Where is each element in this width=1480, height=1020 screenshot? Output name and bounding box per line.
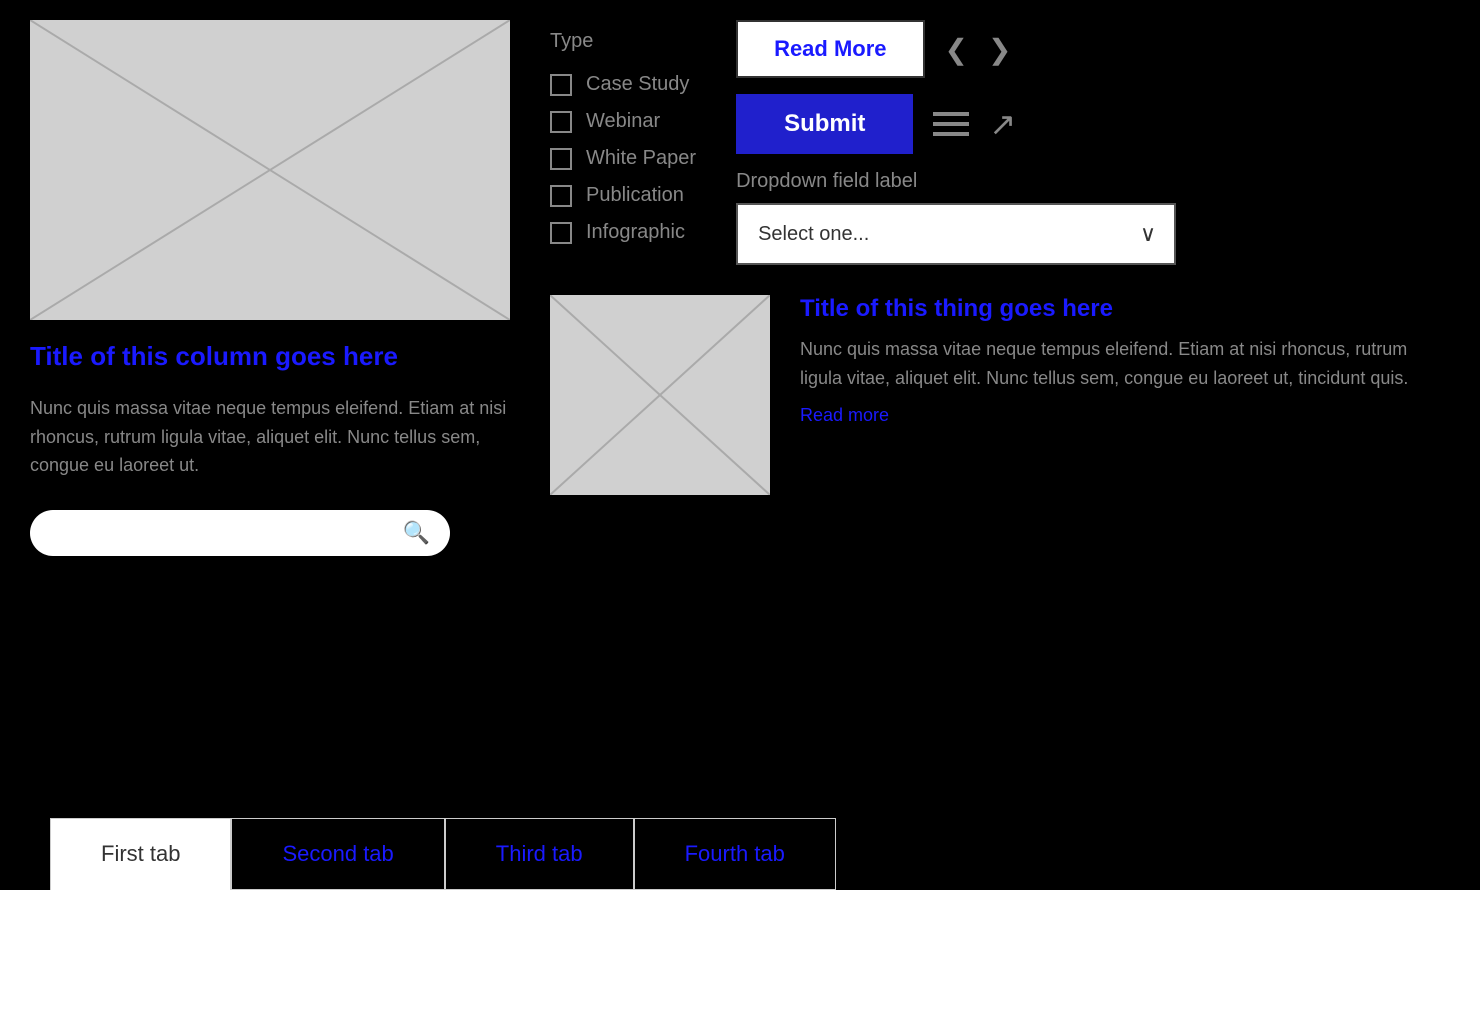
search-icon[interactable]: 🔍 xyxy=(403,520,430,546)
main-layout: Title of this column goes here Nunc quis… xyxy=(0,0,1480,576)
type-label: Type xyxy=(550,30,696,53)
dropdown-label: Dropdown field label xyxy=(736,170,1176,193)
card-content: Title of this thing goes here Nunc quis … xyxy=(800,295,1450,426)
checkbox-publication[interactable]: Publication xyxy=(550,184,696,207)
card-read-more-link[interactable]: Read more xyxy=(800,405,1450,426)
next-arrow-button[interactable]: ❯ xyxy=(988,33,1011,66)
search-input[interactable] xyxy=(50,523,403,544)
column-title: Title of this column goes here xyxy=(30,340,510,374)
checkbox-publication-input[interactable] xyxy=(550,185,572,207)
checkbox-infographic-input[interactable] xyxy=(550,222,572,244)
dropdown-select[interactable]: Select one... Option 1 Option 2 Option 3 xyxy=(736,203,1176,265)
checkbox-publication-label: Publication xyxy=(586,184,684,207)
dropdown-wrapper: Select one... Option 1 Option 2 Option 3 xyxy=(736,203,1176,265)
submit-row: Submit ↗︎ xyxy=(736,94,1016,154)
card-section: Title of this thing goes here Nunc quis … xyxy=(550,295,1450,495)
left-placeholder-image xyxy=(30,20,510,320)
tab-fourth[interactable]: Fourth tab xyxy=(634,818,836,890)
tab-second-label: Second tab xyxy=(282,841,393,866)
tab-third[interactable]: Third tab xyxy=(445,818,634,890)
tab-first[interactable]: First tab xyxy=(50,818,231,890)
tab-fourth-label: Fourth tab xyxy=(685,841,785,866)
submit-button[interactable]: Submit xyxy=(736,94,913,154)
checkbox-infographic[interactable]: Infographic xyxy=(550,221,696,244)
checkbox-webinar-input[interactable] xyxy=(550,111,572,133)
checkbox-case-study-label: Case Study xyxy=(586,73,689,96)
tab-content-area xyxy=(0,890,1480,1020)
tabs-bar: First tab Second tab Third tab Fourth ta… xyxy=(0,818,1480,890)
card-body: Nunc quis massa vitae neque tempus eleif… xyxy=(800,335,1450,393)
prev-arrow-button[interactable]: ❮ xyxy=(945,33,968,66)
tab-second[interactable]: Second tab xyxy=(231,818,444,890)
buttons-area: Read More ❮ ❯ Submit ↗︎ xyxy=(736,20,1176,265)
tabs-section: First tab Second tab Third tab Fourth ta… xyxy=(0,818,1480,1020)
checkbox-webinar-label: Webinar xyxy=(586,110,660,133)
checkbox-webinar[interactable]: Webinar xyxy=(550,110,696,133)
checkbox-infographic-label: Infographic xyxy=(586,221,685,244)
tab-third-label: Third tab xyxy=(496,841,583,866)
tab-first-label: First tab xyxy=(101,841,180,866)
checkbox-case-study[interactable]: Case Study xyxy=(550,73,696,96)
external-link-icon[interactable]: ↗︎ xyxy=(989,105,1016,143)
hamburger-icon[interactable] xyxy=(933,112,969,136)
checkbox-white-paper[interactable]: White Paper xyxy=(550,147,696,170)
nav-arrows: ❮ ❯ xyxy=(945,33,1012,66)
top-buttons-row: Read More ❮ ❯ xyxy=(736,20,1011,78)
card-title: Title of this thing goes here xyxy=(800,295,1450,323)
checkbox-case-study-input[interactable] xyxy=(550,74,572,96)
search-bar: 🔍 xyxy=(30,510,450,556)
right-column: Type Case Study Webinar White Paper Publ… xyxy=(550,20,1450,556)
checkbox-group: Type Case Study Webinar White Paper Publ… xyxy=(550,20,696,244)
read-more-button[interactable]: Read More xyxy=(736,20,924,78)
dropdown-section: Dropdown field label Select one... Optio… xyxy=(736,170,1176,265)
left-column: Title of this column goes here Nunc quis… xyxy=(30,20,510,556)
top-right-area: Type Case Study Webinar White Paper Publ… xyxy=(550,20,1450,265)
card-image xyxy=(550,295,770,495)
checkbox-white-paper-label: White Paper xyxy=(586,147,696,170)
checkbox-white-paper-input[interactable] xyxy=(550,148,572,170)
column-body: Nunc quis massa vitae neque tempus eleif… xyxy=(30,394,510,480)
